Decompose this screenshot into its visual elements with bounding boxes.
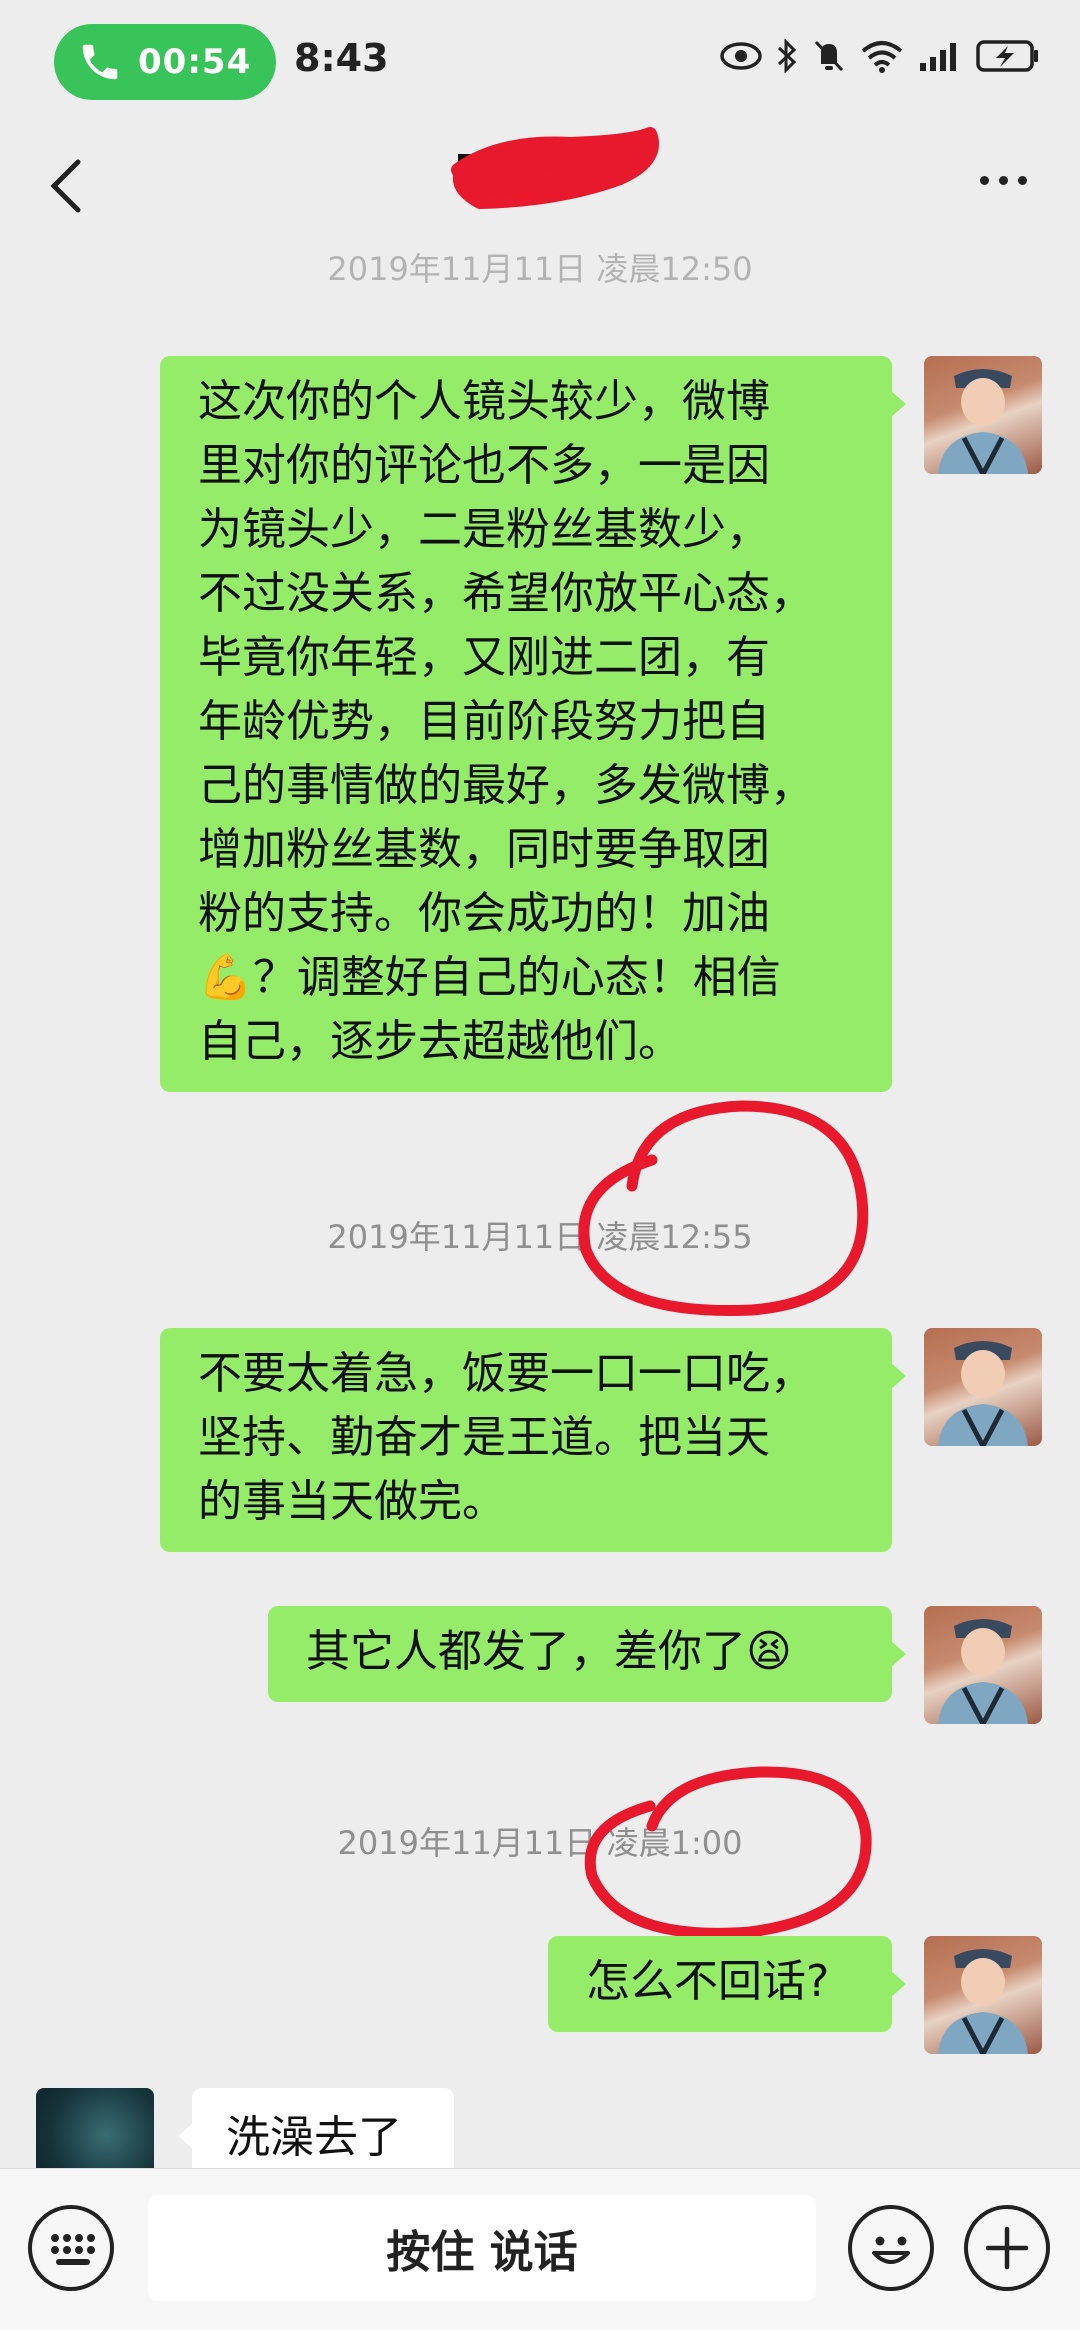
message-line: 里对你的评论也不多，一是因 (198, 440, 770, 491)
keyboard-icon[interactable] (28, 2205, 114, 2291)
person-avatar-image (938, 369, 1028, 474)
avatar[interactable] (924, 1328, 1042, 1446)
timestamp: 2019年11月11日 凌晨12:50 (327, 250, 753, 288)
chat-header (0, 120, 1080, 250)
message-line: 粉的支持。你会成功的！加油 (198, 888, 770, 939)
signal-icon (918, 41, 962, 71)
message-line: 洗澡去了 (226, 2112, 402, 2163)
phone-icon (70, 32, 130, 92)
hold-to-talk-button[interactable]: 按住 说话 (148, 2195, 816, 2301)
red-circle-annotation (584, 1766, 872, 1939)
status-bar: 00:54 8:43 (0, 0, 1080, 120)
emoji-icon[interactable] (848, 2205, 934, 2291)
sent-message-bubble[interactable]: 不要太着急，饭要一口一口吃， 坚持、勤奋才是王道。把当天 的事当天做完。 (160, 1328, 906, 1552)
plus-icon[interactable] (964, 2205, 1050, 2291)
message-line: 怎么不回话? (586, 1956, 830, 2007)
wifi-icon (860, 39, 904, 73)
call-duration: 00:54 (138, 42, 252, 82)
ongoing-call-pill[interactable]: 00:54 (54, 24, 276, 100)
sent-message-bubble[interactable]: 怎么不回话? (548, 1936, 906, 2032)
red-circle-annotation (578, 1100, 869, 1316)
battery-charging-icon (976, 39, 1040, 73)
message-line: 不过没关系，希望你放平心态， (198, 568, 814, 619)
eye-icon (720, 41, 762, 71)
system-icons (720, 38, 1040, 74)
chevron-left-icon[interactable] (40, 154, 94, 218)
avatar[interactable] (924, 356, 1042, 474)
input-bar: 按住 说话 (0, 2168, 1080, 2330)
message-line: 己的事情做的最好，多发微博， (198, 760, 814, 811)
person-avatar-image (938, 1341, 1028, 1446)
red-scribble-redaction (451, 127, 659, 209)
timestamp: 2019年11月11日 凌晨1:00 (337, 1824, 743, 1862)
mute-icon (812, 38, 846, 74)
message-line: 其它人都发了，差你了😫 (306, 1626, 792, 1677)
message-line: 💪？调整好自己的心态！相信 (198, 952, 781, 1003)
timestamp: 2019年11月11日 凌晨12:55 (327, 1218, 753, 1256)
message-line: 增加粉丝基数，同时要争取团 (198, 824, 770, 875)
more-dots-icon[interactable] (980, 160, 1040, 200)
message-line: 毕竟你年轻，又刚进二团，有 (198, 632, 770, 683)
bluetooth-icon (776, 38, 798, 74)
status-time: 8:43 (294, 36, 389, 80)
sent-message-bubble[interactable]: 这次你的个人镜头较少，微博 里对你的评论也不多，一是因 为镜头少，二是粉丝基数少… (160, 356, 906, 1092)
message-line: 为镜头少，二是粉丝基数少， (198, 504, 770, 555)
message-line: 坚持、勤奋才是王道。把当天 (198, 1412, 770, 1463)
person-avatar-image (938, 1619, 1028, 1724)
message-line: 不要太着急，饭要一口一口吃， (198, 1348, 814, 1399)
sent-message-bubble[interactable]: 其它人都发了，差你了😫 (268, 1606, 906, 1702)
message-line: 的事当天做完。 (198, 1476, 506, 1527)
person-avatar-image (938, 1949, 1028, 2054)
avatar[interactable] (924, 1936, 1042, 2054)
message-line: 自己，逐步去超越他们。 (198, 1016, 682, 1067)
message-line: 这次你的个人镜头较少，微博 (198, 376, 770, 427)
message-line: 年龄优势，目前阶段努力把自 (198, 696, 770, 747)
avatar[interactable] (924, 1606, 1042, 1724)
